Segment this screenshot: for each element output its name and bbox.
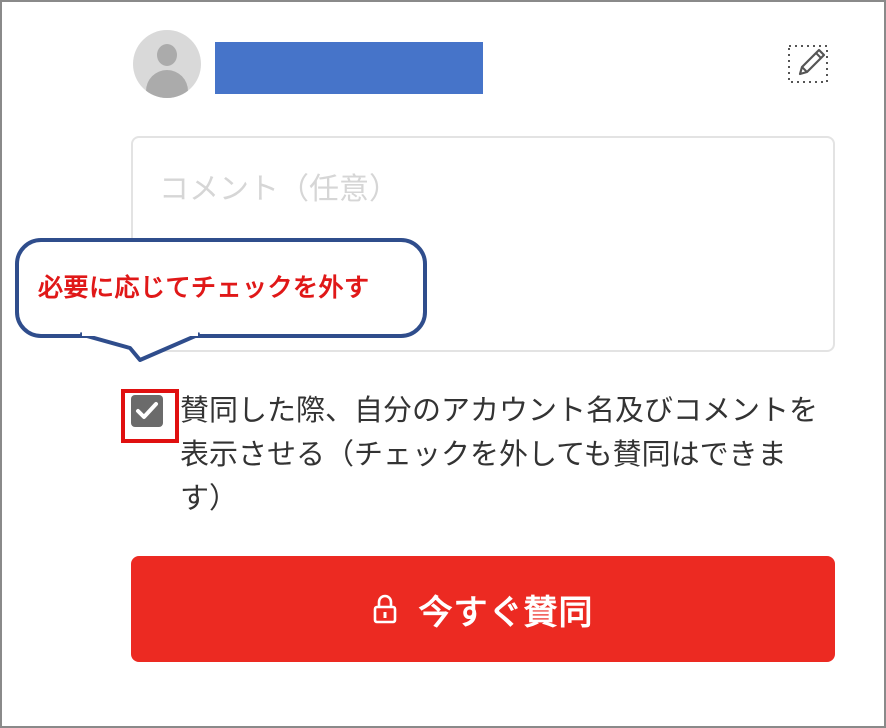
avatar-body xyxy=(146,70,188,98)
lock-icon xyxy=(373,594,396,624)
edit-pencil-icon[interactable] xyxy=(786,42,832,86)
checkbox-highlight-box xyxy=(121,389,179,443)
sign-now-label: 今すぐ賛同 xyxy=(418,592,594,633)
avatar-head xyxy=(157,44,177,66)
user-avatar-icon xyxy=(133,30,201,98)
sign-now-button[interactable]: 今すぐ賛同 xyxy=(131,556,835,662)
redacted-user-name xyxy=(215,42,483,94)
callout-text: 必要に応じてチェックを外す xyxy=(38,273,370,302)
callout-tail xyxy=(80,330,200,362)
consent-label: 賛同した際、自分のアカウント名及びコメントを表示させる（チェックを外しても賛同は… xyxy=(180,393,819,515)
